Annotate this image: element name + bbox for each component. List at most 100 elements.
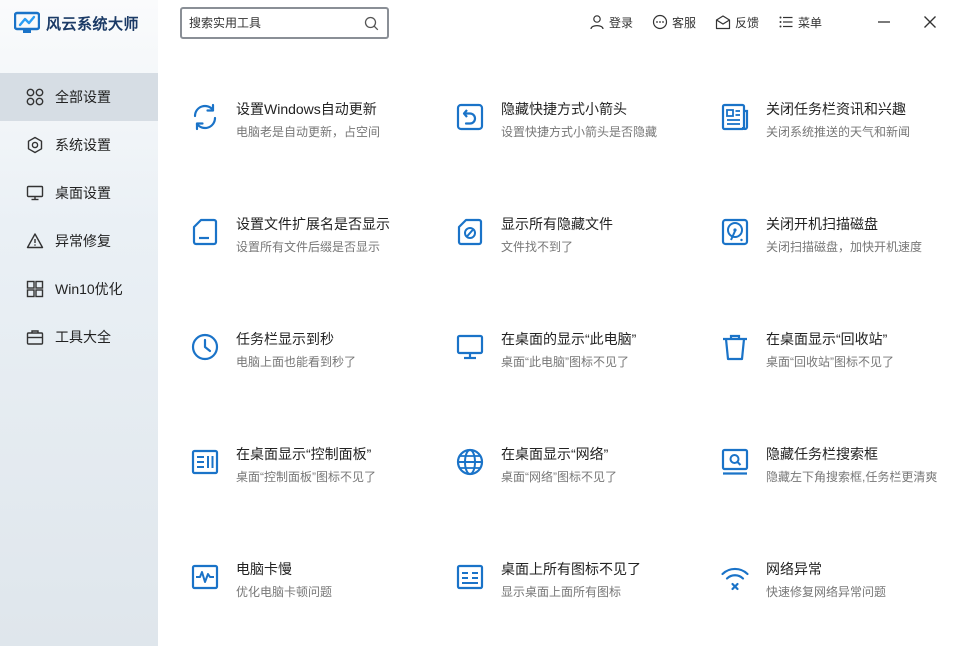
gear-icon	[26, 136, 44, 154]
sidebar: 风云系统大师 全部设置 系统设置 桌面设置 异常修复 Win10优化 工具大全	[0, 0, 158, 646]
tile-windows-update[interactable]: 设置Windows自动更新 电脑老是自动更新，占空间	[158, 86, 423, 156]
tile-title: 在桌面显示“网络”	[501, 446, 609, 462]
tile-title: 隐藏任务栏搜索框	[766, 446, 878, 462]
tile-boot-disk-scan[interactable]: 关闭开机扫描磁盘 关闭扫描磁盘，加快开机速度	[688, 201, 953, 271]
minimize-icon	[878, 21, 890, 23]
tile-title: 网络异常	[766, 561, 822, 577]
login-label: 登录	[609, 15, 634, 30]
sidebar-item-label: 异常修复	[55, 233, 111, 249]
tile-desc: 优化电脑卡顿问题	[236, 585, 333, 599]
top-actions: 登录 客服 反馈 菜单	[589, 12, 841, 32]
pulse-icon	[190, 562, 220, 592]
customer-service-button[interactable]: 客服	[652, 12, 696, 32]
tile-slow-pc[interactable]: 电脑卡慢 优化电脑卡顿问题	[158, 546, 423, 616]
sidebar-item-system-settings[interactable]: 系统设置	[0, 121, 158, 169]
refresh-icon	[190, 102, 220, 132]
tile-title: 关闭任务栏资讯和兴趣	[766, 101, 906, 117]
menu-button[interactable]: 菜单	[778, 12, 822, 32]
tile-title: 桌面上所有图标不见了	[501, 561, 641, 577]
feedback-label: 反馈	[735, 15, 760, 30]
sidebar-item-repair[interactable]: 异常修复	[0, 217, 158, 265]
tile-desc: 设置所有文件后缀是否显示	[236, 240, 381, 254]
tile-control-panel[interactable]: 在桌面显示“控制面板” 桌面“控制面板”图标不见了	[158, 431, 423, 501]
tile-desc: 快速修复网络异常问题	[766, 585, 887, 599]
shortcut-arrow-icon	[455, 102, 485, 132]
tile-hidden-files[interactable]: 显示所有隐藏文件 文件找不到了	[423, 201, 688, 271]
tile-title: 电脑卡慢	[236, 561, 292, 577]
sidebar-item-label: 全部设置	[55, 89, 111, 105]
tile-title: 关闭开机扫描磁盘	[766, 216, 878, 232]
warning-icon	[26, 232, 44, 250]
control-panel-icon	[190, 447, 220, 477]
tile-recycle-bin[interactable]: 在桌面显示“回收站” 桌面“回收站”图标不见了	[688, 316, 953, 386]
sidebar-nav: 全部设置 系统设置 桌面设置 异常修复 Win10优化 工具大全	[0, 73, 158, 361]
feedback-button[interactable]: 反馈	[715, 12, 759, 32]
sidebar-item-desktop-settings[interactable]: 桌面设置	[0, 169, 158, 217]
tile-desc: 电脑上面也能看到秒了	[236, 355, 357, 369]
globe-icon	[455, 447, 485, 477]
search-icon[interactable]	[359, 11, 383, 35]
menu-label: 菜单	[798, 15, 823, 30]
close-button[interactable]	[918, 10, 942, 34]
tile-desc: 隐藏左下角搜索框,任务栏更清爽	[766, 470, 938, 484]
customer-service-label: 客服	[672, 15, 697, 30]
tile-taskbar-search[interactable]: 隐藏任务栏搜索框 隐藏左下角搜索框,任务栏更清爽	[688, 431, 953, 501]
menu-icon	[779, 16, 793, 28]
sidebar-item-label: Win10优化	[55, 281, 123, 297]
hidden-file-icon	[455, 217, 485, 247]
sidebar-item-label: 系统设置	[55, 137, 111, 153]
tile-network-error[interactable]: 网络异常 快速修复网络异常问题	[688, 546, 953, 616]
sidebar-item-label: 桌面设置	[55, 185, 111, 201]
clock-icon	[190, 332, 220, 362]
tile-title: 显示所有隐藏文件	[501, 216, 613, 232]
tile-desc: 显示桌面上面所有图标	[501, 585, 622, 599]
minimize-button[interactable]	[872, 10, 896, 34]
disk-icon	[720, 217, 750, 247]
toolbox-icon	[26, 328, 44, 346]
monitor-icon	[26, 184, 44, 202]
tile-title: 任务栏显示到秒	[236, 331, 334, 347]
tile-taskbar-seconds[interactable]: 任务栏显示到秒 电脑上面也能看到秒了	[158, 316, 423, 386]
tile-file-extension[interactable]: 设置文件扩展名是否显示 设置所有文件后缀是否显示	[158, 201, 423, 271]
sidebar-item-win10-optimize[interactable]: Win10优化	[0, 265, 158, 313]
tile-title: 设置Windows自动更新	[236, 101, 377, 117]
tile-desc: 设置快捷方式小箭头是否隐藏	[501, 125, 658, 139]
tile-network[interactable]: 在桌面显示“网络” 桌面“网络”图标不见了	[423, 431, 688, 501]
computer-icon	[455, 332, 485, 362]
close-icon	[924, 16, 936, 28]
tile-title: 设置文件扩展名是否显示	[236, 216, 390, 232]
tile-desktop-icons[interactable]: 桌面上所有图标不见了 显示桌面上面所有图标	[423, 546, 688, 616]
tile-desc: 文件找不到了	[501, 240, 574, 254]
sidebar-item-toolbox[interactable]: 工具大全	[0, 313, 158, 361]
tile-desc: 桌面“此电脑”图标不见了	[501, 355, 629, 369]
tile-desc: 桌面“控制面板”图标不见了	[236, 470, 376, 484]
tile-title: 在桌面显示“回收站”	[766, 331, 888, 347]
tile-this-pc[interactable]: 在桌面的显示“此电脑” 桌面“此电脑”图标不见了	[423, 316, 688, 386]
grid-icon	[26, 88, 44, 106]
search-box	[180, 7, 389, 39]
login-button[interactable]: 登录	[589, 12, 633, 32]
user-icon	[590, 15, 604, 30]
search-box-icon	[720, 447, 750, 477]
tile-shortcut-arrow[interactable]: 隐藏快捷方式小箭头 设置快捷方式小箭头是否隐藏	[423, 86, 688, 156]
file-icon	[190, 217, 220, 247]
app-title: 风云系统大师	[46, 15, 140, 33]
brand: 风云系统大师	[13, 10, 140, 36]
tile-title: 在桌面显示“控制面板”	[236, 446, 372, 462]
sidebar-item-label: 工具大全	[55, 329, 111, 345]
tile-taskbar-news[interactable]: 关闭任务栏资讯和兴趣 关闭系统推送的天气和新闻	[688, 86, 953, 156]
sidebar-item-all-settings[interactable]: 全部设置	[0, 73, 158, 121]
chat-icon	[652, 14, 668, 30]
tile-desc: 关闭系统推送的天气和新闻	[766, 125, 911, 139]
tile-title: 在桌面的显示“此电脑”	[501, 331, 637, 347]
news-icon	[720, 102, 750, 132]
desktop-icons-icon	[455, 562, 485, 592]
tile-desc: 桌面“回收站”图标不见了	[766, 355, 894, 369]
tile-title: 隐藏快捷方式小箭头	[501, 101, 627, 117]
tile-desc: 桌面“网络”图标不见了	[501, 470, 617, 484]
search-input[interactable]	[189, 16, 359, 30]
recycle-bin-icon	[720, 332, 750, 362]
feedback-icon	[715, 15, 731, 30]
tile-desc: 关闭扫描磁盘，加快开机速度	[766, 240, 923, 254]
windows-icon	[26, 280, 44, 298]
